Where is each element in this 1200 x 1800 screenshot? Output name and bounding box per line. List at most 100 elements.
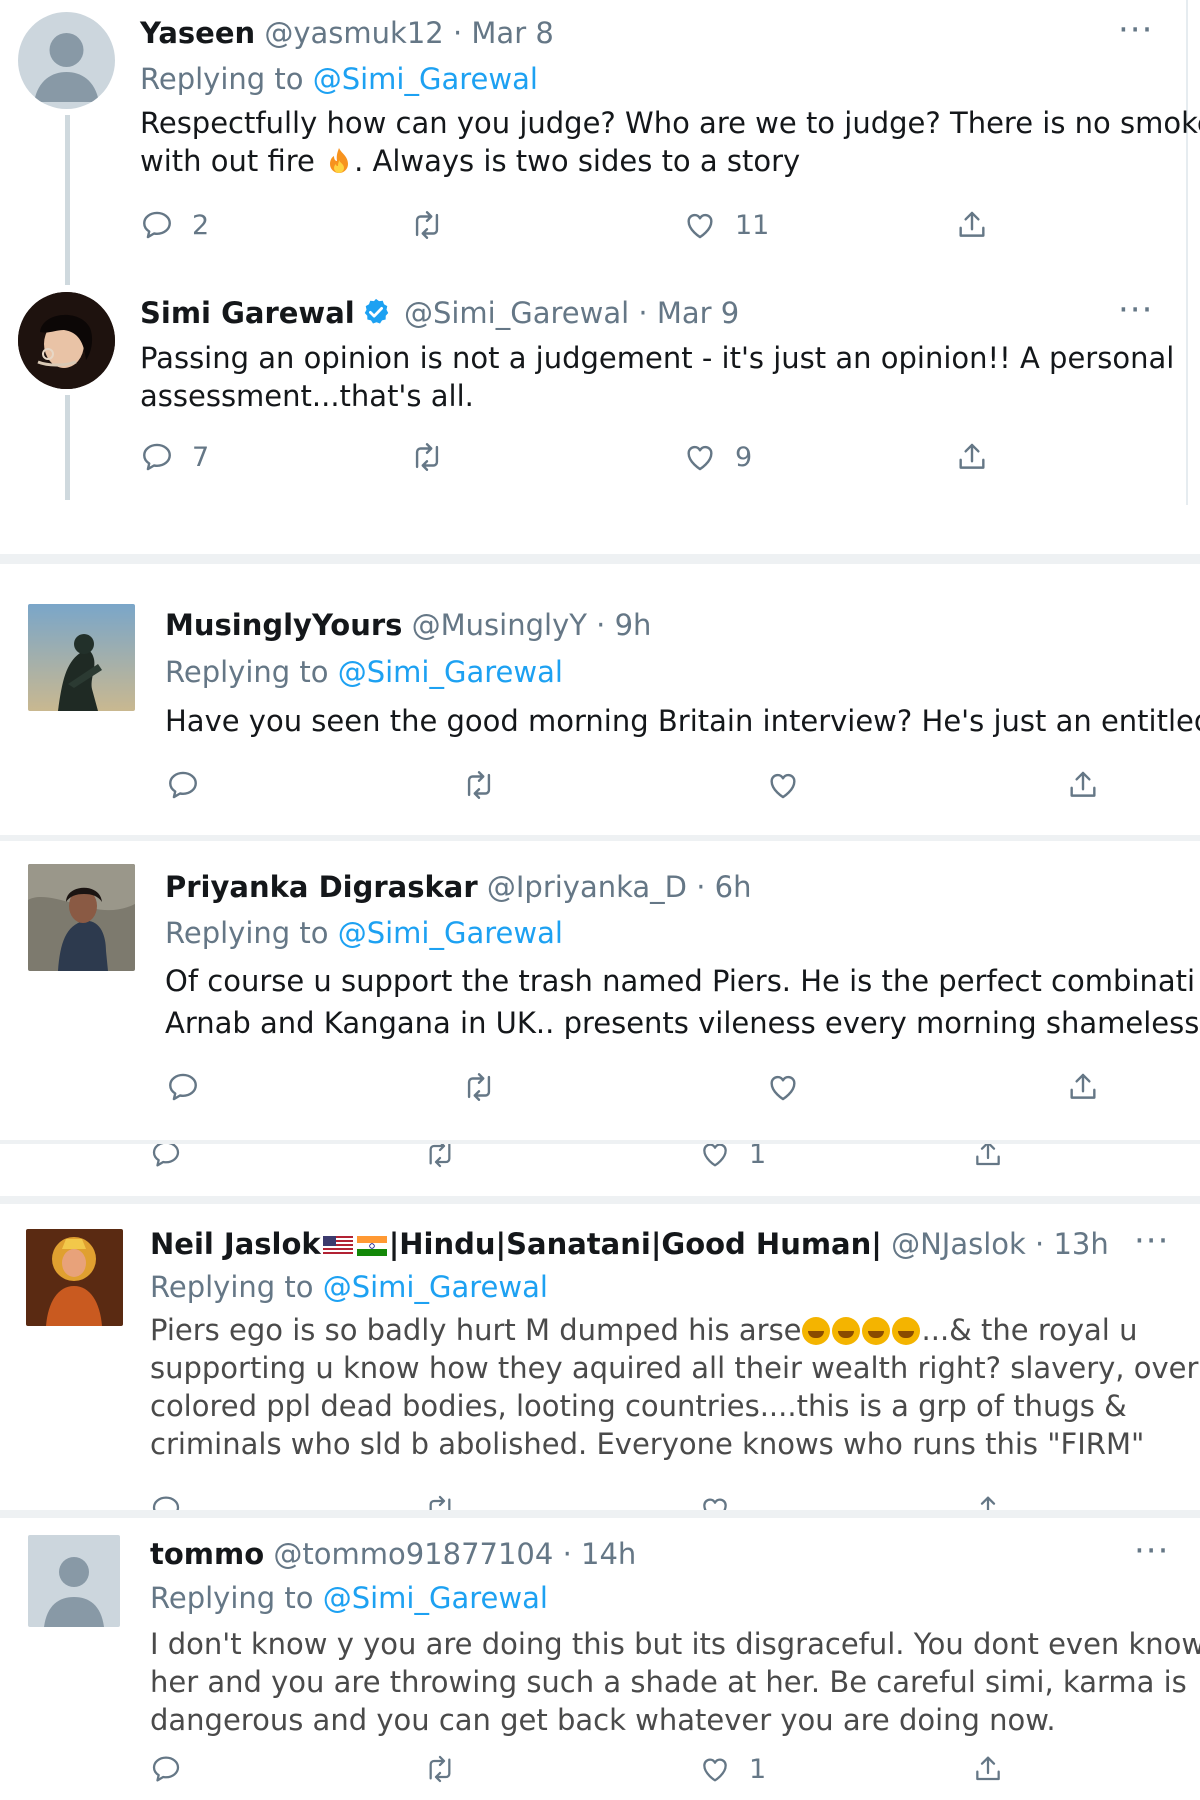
avatar[interactable]	[28, 1535, 120, 1627]
heart-icon	[683, 440, 717, 474]
avatar[interactable]	[28, 864, 135, 971]
like-button[interactable]: 11	[683, 208, 769, 242]
user-name-suffix[interactable]: |Hindu|Sanatani|Good Human|	[389, 1227, 882, 1261]
tweet-text-line: Of course u support the trash named Pier…	[165, 964, 1196, 998]
tweet-panel: Priyanka Digraskar @Ipriyanka_D · 6h Rep…	[0, 842, 1200, 1140]
like-button[interactable]: 1	[699, 1753, 766, 1785]
avatar[interactable]	[28, 604, 135, 711]
tweet-text-line: I don't know y you are doing this but it…	[150, 1627, 1200, 1661]
avatar[interactable]	[18, 292, 115, 389]
user-handle[interactable]: @Ipriyanka_D	[487, 870, 687, 904]
tweet-time[interactable]: 14h	[581, 1537, 636, 1571]
heart-icon	[699, 1144, 731, 1170]
tweet-header: MusinglyYours @MusinglyY · 9h	[165, 608, 651, 642]
mention-link[interactable]: @Simi_Garewal	[338, 655, 563, 689]
share-button[interactable]	[972, 1753, 1004, 1785]
tweet-text-line: Arnab and Kangana in UK.. presents vilen…	[165, 1006, 1200, 1040]
user-name[interactable]: Neil Jaslok	[150, 1227, 321, 1261]
tweet-text-line: Passing an opinion is not a judgement - …	[140, 341, 1175, 375]
tweet-text: Have you seen the good morning Britain i…	[165, 702, 1200, 740]
retweet-button[interactable]	[424, 1753, 456, 1785]
share-button[interactable]	[1066, 768, 1100, 802]
retweet-icon	[462, 768, 496, 802]
user-handle[interactable]: @NJaslok	[891, 1227, 1026, 1261]
reply-icon	[150, 1144, 182, 1170]
user-name[interactable]: MusinglyYours	[165, 608, 402, 642]
tweet-text: Respectfully how can you judge? Who are …	[140, 104, 1200, 180]
verified-badge-icon	[361, 297, 391, 334]
replying-to: Replying to @Simi_Garewal	[150, 1581, 548, 1615]
tweet-text: I don't know y you are doing this but it…	[150, 1625, 1200, 1739]
more-options-icon[interactable]: ···	[1134, 1224, 1169, 1258]
share-button[interactable]	[972, 1493, 1004, 1510]
reply-button[interactable]: 7	[140, 440, 209, 474]
tweet-time[interactable]: Mar 9	[657, 296, 739, 330]
replying-to-label: Replying to	[150, 1270, 314, 1304]
retweet-button[interactable]	[462, 1070, 496, 1104]
tweet-time[interactable]: Mar 8	[471, 16, 553, 50]
replying-to: Replying to @Simi_Garewal	[165, 916, 563, 950]
reply-icon	[150, 1753, 182, 1785]
like-count: 1	[749, 1753, 767, 1785]
user-handle[interactable]: @Simi_Garewal	[404, 296, 629, 330]
share-icon	[972, 1493, 1004, 1510]
share-button[interactable]	[955, 208, 989, 242]
tweet-time[interactable]: 13h	[1053, 1227, 1108, 1261]
us-flag-icon	[322, 1229, 353, 1256]
user-handle[interactable]: @tommo91877104	[273, 1537, 553, 1571]
share-button[interactable]	[972, 1144, 1004, 1170]
mention-link[interactable]: @Simi_Garewal	[338, 916, 563, 950]
user-name[interactable]: Yaseen	[140, 16, 255, 50]
retweet-button[interactable]	[424, 1493, 456, 1510]
reply-icon	[150, 1493, 182, 1510]
separator-dot: ·	[696, 870, 706, 904]
like-button[interactable]: 9	[683, 440, 752, 474]
avatar[interactable]	[18, 12, 115, 109]
retweet-button[interactable]	[410, 440, 444, 474]
reply-button[interactable]: 2	[140, 208, 209, 242]
avatar[interactable]	[26, 1229, 123, 1326]
tweet-text-segment: with out fire	[140, 144, 315, 178]
more-options-icon[interactable]: ···	[1118, 293, 1153, 327]
tweet-time[interactable]: 9h	[615, 608, 652, 642]
screenshot-divider	[0, 835, 1200, 841]
separator-dot: ·	[562, 1537, 572, 1571]
tweet-header: Neil Jaslok |Hindu|Sanatani|Good Human| @…	[150, 1227, 1109, 1261]
screenshot-divider	[0, 1510, 1200, 1518]
tweet-time[interactable]: 6h	[715, 870, 752, 904]
user-handle[interactable]: @yasmuk12	[264, 16, 443, 50]
separator-dot: ·	[1035, 1227, 1045, 1261]
retweet-button[interactable]	[410, 208, 444, 242]
more-options-icon[interactable]: ···	[1134, 1534, 1169, 1568]
user-name[interactable]: Simi Garewal	[140, 296, 355, 330]
share-button[interactable]	[1066, 1070, 1100, 1104]
user-handle[interactable]: @MusinglyY	[412, 608, 587, 642]
reply-button[interactable]	[150, 1753, 182, 1785]
reply-button[interactable]	[150, 1144, 182, 1170]
retweet-button[interactable]	[462, 768, 496, 802]
reply-button[interactable]	[166, 768, 200, 802]
laughing-emoji-icon	[891, 1317, 920, 1345]
tweet-text-line: criminals who sld b abolished. Everyone …	[150, 1427, 1145, 1461]
like-button[interactable]	[766, 1070, 800, 1104]
reply-button[interactable]	[150, 1493, 182, 1510]
like-button[interactable]	[699, 1493, 731, 1510]
tweet-panel: tommo @tommo91877104 · 14h ··· Replying …	[0, 1519, 1200, 1800]
mention-link[interactable]: @Simi_Garewal	[323, 1270, 548, 1304]
more-options-icon[interactable]: ···	[1118, 13, 1153, 47]
retweet-icon	[424, 1493, 456, 1510]
tweet-text-line: supporting u know how they aquired all t…	[150, 1351, 1199, 1385]
mention-link[interactable]: @Simi_Garewal	[323, 1581, 548, 1615]
heart-icon	[766, 768, 800, 802]
share-button[interactable]	[955, 440, 989, 474]
heart-icon	[766, 1070, 800, 1104]
share-icon	[955, 208, 989, 242]
share-icon	[972, 1144, 1004, 1170]
user-name[interactable]: tommo	[150, 1537, 264, 1571]
mention-link[interactable]: @Simi_Garewal	[313, 62, 538, 96]
like-button[interactable]: 1	[699, 1144, 766, 1170]
user-name[interactable]: Priyanka Digraskar	[165, 870, 478, 904]
retweet-button[interactable]	[424, 1144, 456, 1170]
like-button[interactable]	[766, 768, 800, 802]
reply-button[interactable]	[166, 1070, 200, 1104]
